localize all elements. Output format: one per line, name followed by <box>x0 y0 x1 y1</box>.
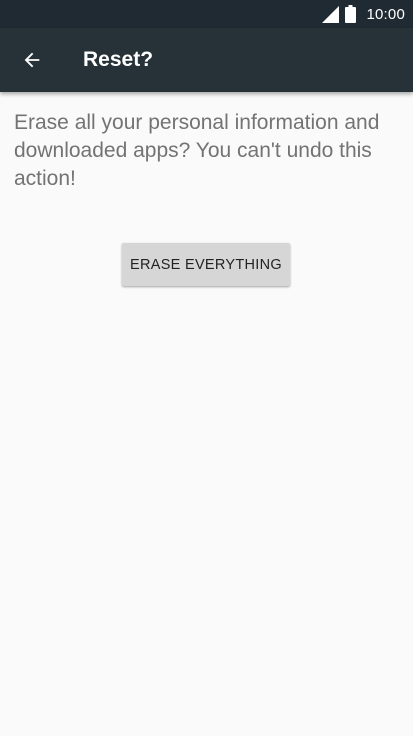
erase-everything-button[interactable]: ERASE EVERYTHING <box>122 243 290 286</box>
status-icons: 10:00 <box>322 0 405 28</box>
status-clock: 10:00 <box>366 5 405 23</box>
arrow-back-icon <box>24 52 40 68</box>
status-bar: 10:00 <box>0 0 413 28</box>
reset-warning-message: Erase all your personal information and … <box>14 111 380 190</box>
app-bar: Reset? <box>0 28 413 92</box>
battery-icon <box>345 5 357 23</box>
page-title: Reset? <box>83 48 154 71</box>
main-content: Erase all your personal information and … <box>0 92 413 736</box>
back-button[interactable] <box>14 42 50 78</box>
cellular-signal-icon <box>322 5 340 23</box>
